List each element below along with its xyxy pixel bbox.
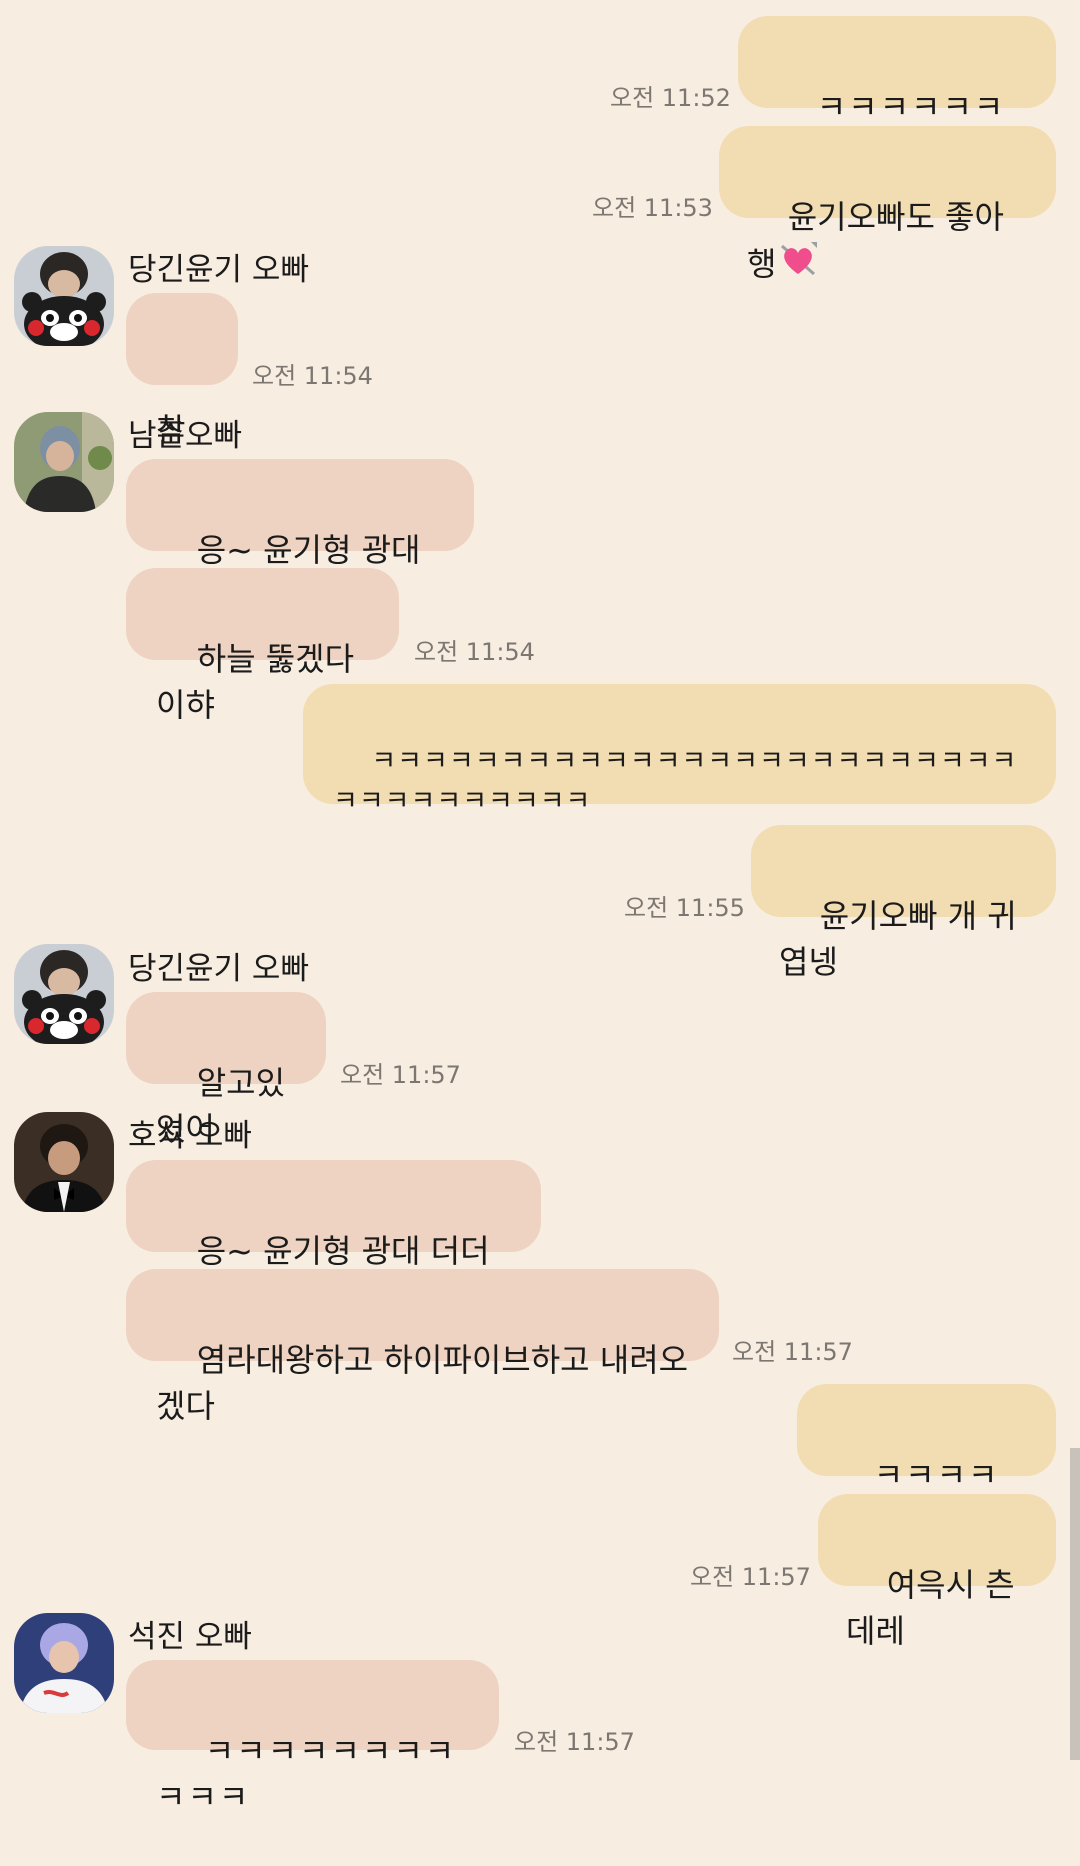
sender-name: 석진 오빠 — [128, 1619, 252, 1655]
sender-name: 호석 오빠 — [128, 1118, 252, 1154]
message-bubble[interactable]: ㅋㅋㅋㅋㅋㅋㅋ — [797, 1384, 1056, 1540]
message-time: 오전 11:52 — [610, 84, 731, 112]
namjoon-avatar[interactable] — [14, 412, 114, 512]
message-time: 오전 11:55 — [624, 894, 745, 922]
chat-thread[interactable]: ㅋㅋㅋㅋㅋㅋㅋㅋㅋ 오전 11:52 윤기오빠도 좋아행 오전 11:53 — [0, 0, 1080, 1816]
message-bubble[interactable]: 응~ 윤기형 광대 승천~ — [126, 459, 474, 615]
message-bubble[interactable]: ㅋㅋㅋㅋㅋㅋㅋㅋㅋㅋㅋㅋㅋㅋㅋㅋㅋㅋㅋㅋㅋㅋㅋㅋㅋ ㅋㅋㅋㅋㅋㅋㅋㅋㅋㅋ — [303, 684, 1056, 817]
message-bubble[interactable]: 응~ 윤기형 광대 더더 승천~ — [126, 1160, 541, 1316]
message-text: 윤기오빠 개 귀엽넹 — [779, 897, 1017, 981]
message-text: ㅋㅋㅋㅋㅋㅋㅋㅋㅋㅋㅋㅋㅋㅋㅋㅋㅋㅋㅋㅋㅋㅋㅋㅋㅋ ㅋㅋㅋㅋㅋㅋㅋㅋㅋㅋ — [333, 746, 1018, 817]
message-bubble[interactable]: 여윽시 츤데레 — [818, 1494, 1056, 1650]
message-bubble[interactable]: 참네 — [126, 293, 238, 495]
message-bubble[interactable]: 하늘 뚫겠다 이햐 — [126, 568, 399, 724]
message-bubble[interactable]: 염라대왕하고 하이파이브하고 내려오겠다 — [126, 1269, 719, 1425]
message-bubble[interactable]: 윤기오빠도 좋아행 — [719, 126, 1056, 283]
message-text: 염라대왕하고 하이파이브하고 내려오겠다 — [156, 1341, 689, 1425]
message-bubble[interactable]: 윤기오빠 개 귀엽넹 — [751, 825, 1056, 981]
message-time: 오전 11:57 — [690, 1563, 811, 1591]
message-text: ㅋㅋㅋㅋㅋㅋㅋㅋㅋㅋㅋ — [156, 1732, 457, 1816]
message-bubble[interactable]: 알고있었어 — [126, 992, 326, 1148]
bear-avatar[interactable] — [14, 246, 114, 346]
hoseok-avatar[interactable] — [14, 1112, 114, 1212]
message-text: 여윽시 츤데레 — [846, 1566, 1015, 1650]
seokjin-avatar[interactable] — [14, 1613, 114, 1713]
scrollbar[interactable] — [1070, 1448, 1080, 1760]
message-time: 오전 11:57 — [732, 1338, 853, 1366]
message-time: 오전 11:57 — [340, 1061, 461, 1089]
message-time: 오전 11:54 — [252, 362, 373, 390]
message-time: 오전 11:54 — [414, 638, 535, 666]
message-time: 오전 11:57 — [514, 1728, 635, 1756]
sender-name: 당긴윤기 오빠 — [128, 252, 309, 288]
heart-arrow-icon — [778, 240, 818, 292]
message-bubble[interactable]: ㅋㅋㅋㅋㅋㅋㅋㅋㅋ — [738, 16, 1056, 172]
message-bubble[interactable]: ㅋㅋㅋㅋㅋㅋㅋㅋㅋㅋㅋ — [126, 1660, 499, 1816]
message-time: 오전 11:53 — [592, 194, 713, 222]
bear-avatar[interactable] — [14, 944, 114, 1044]
sender-name: 당긴윤기 오빠 — [128, 951, 309, 987]
sender-name: 남준오빠 — [128, 418, 243, 454]
